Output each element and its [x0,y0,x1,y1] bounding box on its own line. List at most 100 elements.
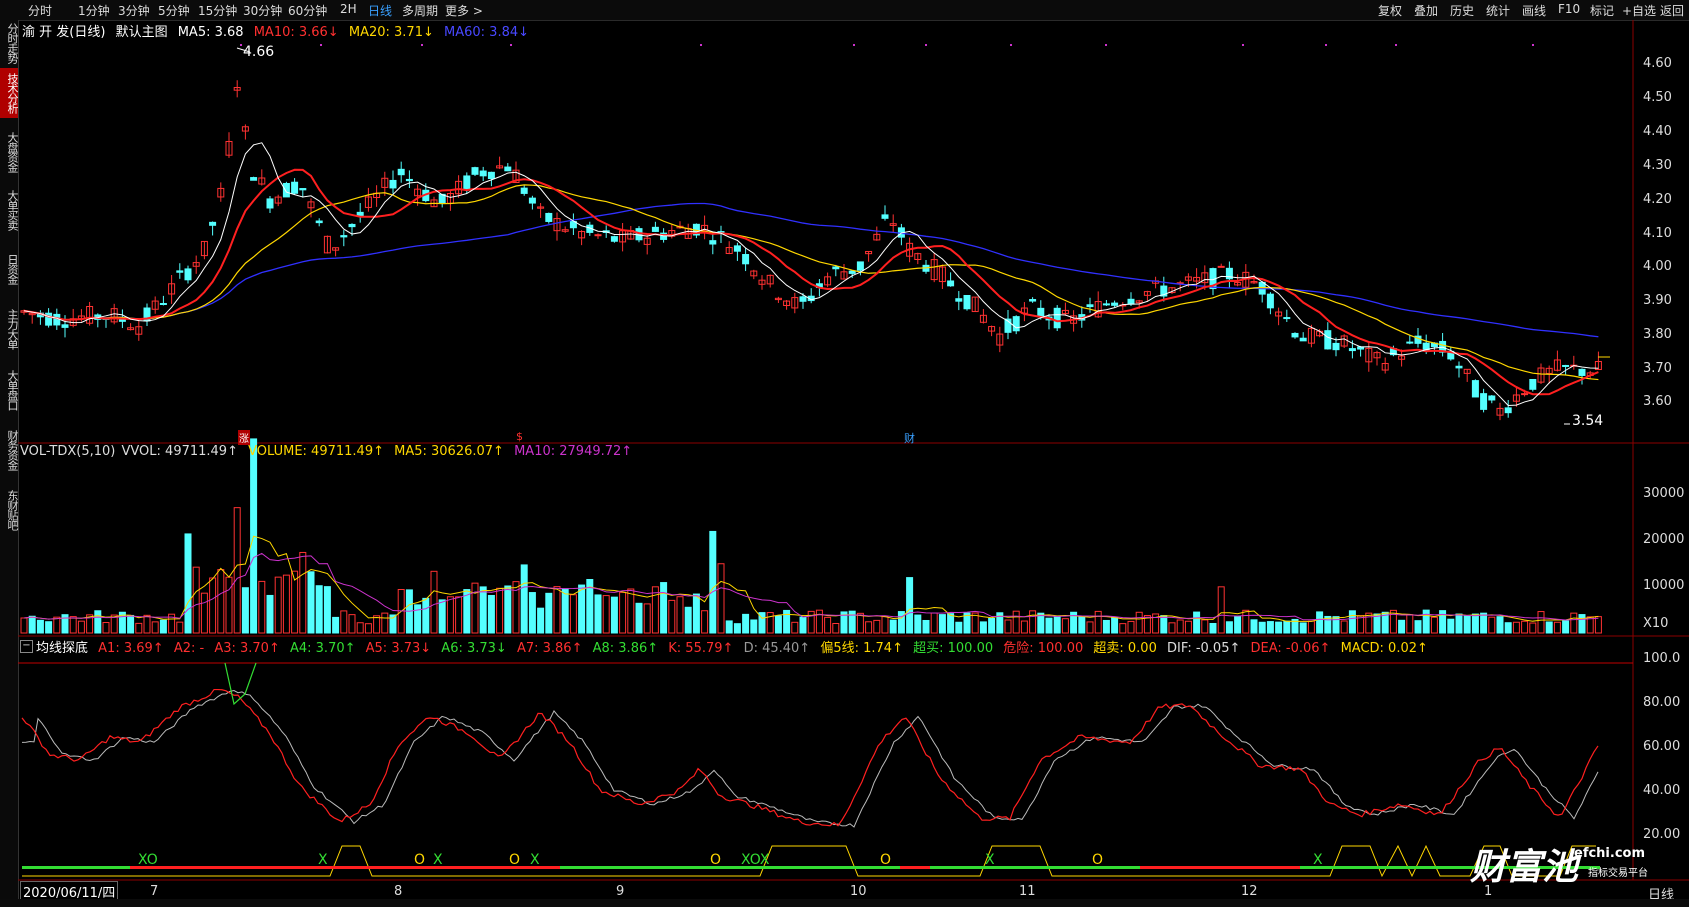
marker-cai[interactable]: 财 [904,430,915,446]
volume-bar [832,622,840,634]
osc-item: 危险: 100.00 [1003,641,1084,656]
vol-ind-name[interactable]: VOL-TDX(5,10) [20,444,115,459]
candle-body [963,294,971,310]
volume-bar [979,621,987,634]
candle-body [1562,364,1570,367]
candle-body [405,178,413,182]
volume-bar [1160,615,1168,634]
volume-bar [1299,622,1307,634]
volume-bar [955,621,963,634]
candle-body [528,197,536,204]
volume-bar [127,614,135,634]
volume-bar [643,603,651,634]
osc-tick: 80.00 [1643,695,1681,710]
oscillator-series [21,662,1600,878]
volume-bar [274,576,282,634]
volume-bar [1398,619,1406,634]
event-dot [1395,44,1397,46]
volume-bar [1480,612,1488,634]
candle-body [881,214,889,219]
signal-baseline [1140,866,1300,869]
price-tick: 3.70 [1643,361,1672,376]
ma5-line [23,142,1599,406]
volume-bar [496,587,504,634]
volume-bar [1193,611,1201,634]
candle-body [397,168,405,176]
volume-bar [922,619,930,634]
volume-bar [1316,611,1324,634]
event-dot [421,44,423,46]
osc-ind-name[interactable]: 均线探底 [36,641,88,656]
watermark-logo: 财富池 [1470,847,1579,888]
candle-body [1127,298,1135,305]
volume-bar [422,597,430,634]
collapse-icon[interactable]: − [20,640,33,653]
month-label: 11 [1019,884,1036,899]
candle-body [340,235,348,238]
signal: O [880,852,892,868]
candle-body [520,187,528,194]
signal-baseline [560,866,900,869]
marker-dollar[interactable]: $ [516,430,523,443]
overbought-spike [224,662,257,706]
volume-bar [733,623,741,634]
volume-bar [865,621,873,634]
candle-body [1053,307,1061,329]
price-tick: 3.90 [1643,293,1672,308]
volume-bar [373,615,381,634]
volume-bar [1340,620,1348,634]
vol-tick: 20000 [1643,532,1685,547]
k-line [21,688,1599,827]
month-label: 1 [1484,884,1493,899]
price-tick: 4.20 [1643,192,1672,207]
volume-bar [258,580,266,634]
osc-tick: 20.00 [1643,827,1681,842]
signal-baseline [22,866,130,869]
candle-body [356,211,364,217]
vol-ma10-line [23,552,1599,621]
oversold-step-line [22,844,1596,878]
volume-bar [159,619,167,634]
volume-bar [307,571,315,634]
candle-body [1217,265,1225,268]
volume-bar [282,574,290,634]
volume-bar [1053,615,1061,634]
month-label: 9 [616,884,625,899]
event-dot [1532,44,1534,46]
month-label: 12 [1241,884,1258,899]
volume-bar [856,612,864,634]
volume-bar [176,621,184,634]
volume-bar [692,593,700,634]
event-dot [700,44,702,46]
signal: XOX [741,852,770,868]
vol-vvol: VVOL: 49711.49↑ [121,444,238,459]
candle-body [1266,293,1274,309]
candle-body [1455,365,1463,369]
candle-body [733,245,741,252]
volume-bar [1447,618,1455,634]
volume-bar [1463,615,1471,634]
candle-body [299,188,307,191]
volume-bar [217,569,225,634]
price-tick: 4.40 [1643,124,1672,139]
volume-bar [1348,610,1356,634]
osc-item: MACD: 0.02↑ [1340,641,1428,656]
marker-zhang[interactable]: 涨 [238,430,250,445]
volume-bar [69,616,77,634]
candle-body [856,261,864,271]
volume-bar [725,620,733,634]
volume-bar [774,615,782,634]
volume-bar [1512,621,1520,634]
volume-bar [381,612,389,634]
volume-bar [479,586,487,634]
candle-body [176,270,184,273]
volume-bar [151,621,159,634]
signal: XO [138,852,158,868]
signal: X [530,852,540,868]
volume-bar [323,586,331,634]
volume-bar [1086,621,1094,634]
volume-bar [1209,622,1217,634]
candle-body [159,303,167,306]
volume-bar [815,609,823,634]
volume-bar [668,599,676,634]
